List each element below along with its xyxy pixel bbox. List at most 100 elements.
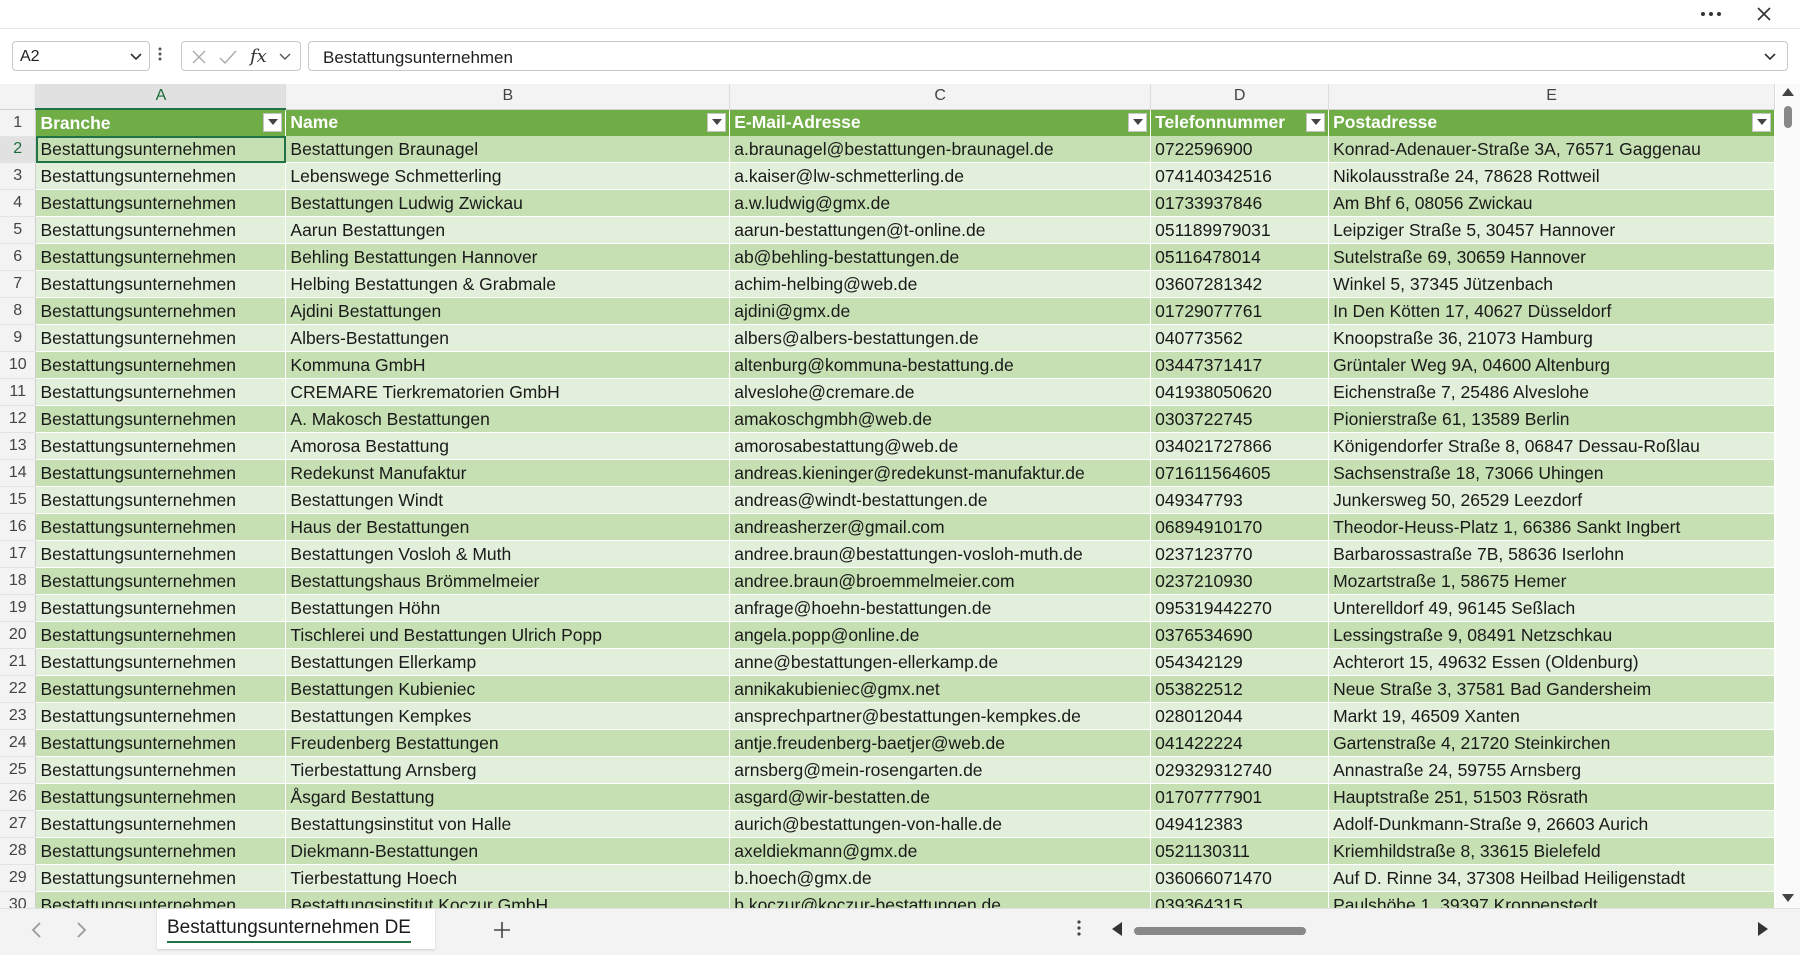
- cell-telefon[interactable]: 06894910170: [1150, 513, 1330, 541]
- cell-email[interactable]: asgard@wir-bestatten.de: [729, 783, 1152, 811]
- row-number[interactable]: 8: [0, 297, 37, 325]
- horizontal-scroll-thumb[interactable]: [1134, 927, 1306, 935]
- cell-name[interactable]: Tierbestattung Arnsberg: [285, 756, 731, 784]
- row-number[interactable]: 18: [0, 567, 37, 595]
- cell-branche[interactable]: Bestattungsunternehmen: [35, 351, 287, 379]
- filter-dropdown-icon[interactable]: [263, 113, 283, 132]
- cell-branche[interactable]: Bestattungsunternehmen: [35, 297, 287, 325]
- column-header-a[interactable]: A: [35, 84, 287, 110]
- row-number[interactable]: 17: [0, 540, 37, 568]
- cell-name[interactable]: Bestattungen Windt: [285, 486, 731, 514]
- row-number[interactable]: 2: [0, 136, 37, 163]
- next-sheet-icon[interactable]: [76, 919, 88, 945]
- cell-postadresse[interactable]: Knoopstraße 36, 21073 Hamburg: [1328, 324, 1775, 352]
- scroll-down-icon[interactable]: [1782, 894, 1794, 905]
- cell-email[interactable]: andreas@windt-bestattungen.de: [729, 486, 1152, 514]
- cell-postadresse[interactable]: Achterort 15, 49632 Essen (Oldenburg): [1328, 648, 1775, 676]
- cell-branche[interactable]: Bestattungsunternehmen: [35, 621, 287, 649]
- cell-branche[interactable]: Bestattungsunternehmen: [35, 378, 287, 406]
- cell-telefon[interactable]: 01733937846: [1150, 189, 1330, 217]
- cell-name[interactable]: Bestattungen Kempkes: [285, 702, 731, 730]
- cell-postadresse[interactable]: Mozartstraße 1, 58675 Hemer: [1328, 567, 1775, 595]
- row-number[interactable]: 14: [0, 459, 37, 487]
- cell-email[interactable]: altenburg@kommuna-bestattung.de: [729, 351, 1152, 379]
- formula-input[interactable]: Bestattungsunternehmen: [308, 41, 1788, 71]
- cell-branche[interactable]: Bestattungsunternehmen: [35, 783, 287, 811]
- cell-name[interactable]: Behling Bestattungen Hannover: [285, 243, 731, 271]
- cell-branche[interactable]: Bestattungsunternehmen: [35, 864, 287, 892]
- row-number[interactable]: 30: [0, 891, 37, 908]
- cell-branche[interactable]: Bestattungsunternehmen: [35, 594, 287, 622]
- cell-postadresse[interactable]: Neue Straße 3, 37581 Bad Gandersheim: [1328, 675, 1775, 703]
- previous-sheet-icon[interactable]: [30, 919, 42, 945]
- cell-telefon[interactable]: 01729077761: [1150, 297, 1330, 325]
- vertical-dots-icon[interactable]: [158, 46, 162, 67]
- cell-branche[interactable]: Bestattungsunternehmen: [35, 702, 287, 730]
- row-number[interactable]: 1: [0, 109, 37, 137]
- row-number[interactable]: 9: [0, 324, 37, 352]
- cell-email[interactable]: alveslohe@cremare.de: [729, 378, 1152, 406]
- vertical-scroll-thumb[interactable]: [1784, 106, 1792, 128]
- cell-name[interactable]: Haus der Bestattungen: [285, 513, 731, 541]
- row-number[interactable]: 4: [0, 189, 37, 217]
- cell-postadresse[interactable]: Eichenstraße 7, 25486 Alveslohe: [1328, 378, 1775, 406]
- cell-branche[interactable]: Bestattungsunternehmen: [35, 567, 287, 595]
- column-header-e[interactable]: E: [1328, 84, 1775, 110]
- cell-branche[interactable]: Bestattungsunternehmen: [35, 216, 287, 244]
- cell-telefon[interactable]: 03607281342: [1150, 270, 1330, 298]
- cell-name[interactable]: Freudenberg Bestattungen: [285, 729, 731, 757]
- cell-postadresse[interactable]: Auf D. Rinne 34, 37308 Heilbad Heiligens…: [1328, 864, 1775, 892]
- cell-postadresse[interactable]: Theodor-Heuss-Platz 1, 66386 Sankt Ingbe…: [1328, 513, 1775, 541]
- cell-name[interactable]: Bestattungsinstitut von Halle: [285, 810, 731, 838]
- cell-postadresse[interactable]: In Den Kötten 17, 40627 Düsseldorf: [1328, 297, 1775, 325]
- cell-name[interactable]: Helbing Bestattungen & Grabmale: [285, 270, 731, 298]
- cell-branche[interactable]: Bestattungsunternehmen: [35, 405, 287, 433]
- cell-name[interactable]: Bestattungen Höhn: [285, 594, 731, 622]
- row-number[interactable]: 25: [0, 756, 37, 784]
- vertical-dots-icon[interactable]: [1077, 919, 1081, 942]
- cell-email[interactable]: annikakubieniec@gmx.net: [729, 675, 1152, 703]
- cell-name[interactable]: Åsgard Bestattung: [285, 783, 731, 811]
- cell-postadresse[interactable]: Nikolausstraße 24, 78628 Rottweil: [1328, 162, 1775, 190]
- cell-postadresse[interactable]: Winkel 5, 37345 Jützenbach: [1328, 270, 1775, 298]
- cell-telefon[interactable]: 074140342516: [1150, 162, 1330, 190]
- cell-name[interactable]: Tierbestattung Hoech: [285, 864, 731, 892]
- cell-email[interactable]: b.hoech@gmx.de: [729, 864, 1152, 892]
- cell-name[interactable]: Lebenswege Schmetterling: [285, 162, 731, 190]
- cell-email[interactable]: achim-helbing@web.de: [729, 270, 1152, 298]
- cell-email[interactable]: angela.popp@online.de: [729, 621, 1152, 649]
- cell-email[interactable]: albers@albers-bestattungen.de: [729, 324, 1152, 352]
- cell-postadresse[interactable]: Lessingstraße 9, 08491 Netzschkau: [1328, 621, 1775, 649]
- cell-telefon[interactable]: 049347793: [1150, 486, 1330, 514]
- cell-email[interactable]: ab@behling-bestattungen.de: [729, 243, 1152, 271]
- cell-postadresse[interactable]: Leipziger Straße 5, 30457 Hannover: [1328, 216, 1775, 244]
- cell-telefon[interactable]: 0237123770: [1150, 540, 1330, 568]
- cell-branche[interactable]: Bestattungsunternehmen: [35, 891, 287, 908]
- cell-branche[interactable]: Bestattungsunternehmen: [35, 270, 287, 298]
- cell-telefon[interactable]: 0376534690: [1150, 621, 1330, 649]
- cell-branche[interactable]: Bestattungsunternehmen: [35, 540, 287, 568]
- cell-postadresse[interactable]: Königendorfer Straße 8, 06847 Dessau-Roß…: [1328, 432, 1775, 460]
- cell-telefon[interactable]: 054342129: [1150, 648, 1330, 676]
- row-number[interactable]: 28: [0, 837, 37, 865]
- cell-email[interactable]: amakoschgmbh@web.de: [729, 405, 1152, 433]
- cell-name[interactable]: Bestattungen Ellerkamp: [285, 648, 731, 676]
- cell-telefon[interactable]: 0521130311: [1150, 837, 1330, 865]
- cell-branche[interactable]: Bestattungsunternehmen: [35, 136, 287, 163]
- cell-email[interactable]: ansprechpartner@bestattungen-kempkes.de: [729, 702, 1152, 730]
- select-all-corner[interactable]: [0, 84, 37, 110]
- row-number[interactable]: 22: [0, 675, 37, 703]
- cell-branche[interactable]: Bestattungsunternehmen: [35, 810, 287, 838]
- cell-postadresse[interactable]: Pionierstraße 61, 13589 Berlin: [1328, 405, 1775, 433]
- column-header-c[interactable]: C: [729, 84, 1152, 110]
- cell-postadresse[interactable]: Gartenstraße 4, 21720 Steinkirchen: [1328, 729, 1775, 757]
- cell-email[interactable]: andreasherzer@gmail.com: [729, 513, 1152, 541]
- cell-telefon[interactable]: 049412383: [1150, 810, 1330, 838]
- cell-telefon[interactable]: 071611564605: [1150, 459, 1330, 487]
- cell-email[interactable]: anne@bestattungen-ellerkamp.de: [729, 648, 1152, 676]
- cell-postadresse[interactable]: Grüntaler Weg 9A, 04600 Altenburg: [1328, 351, 1775, 379]
- row-number[interactable]: 6: [0, 243, 37, 271]
- cell-email[interactable]: axeldiekmann@gmx.de: [729, 837, 1152, 865]
- column-header-d[interactable]: D: [1150, 84, 1330, 110]
- cell-telefon[interactable]: 036066071470: [1150, 864, 1330, 892]
